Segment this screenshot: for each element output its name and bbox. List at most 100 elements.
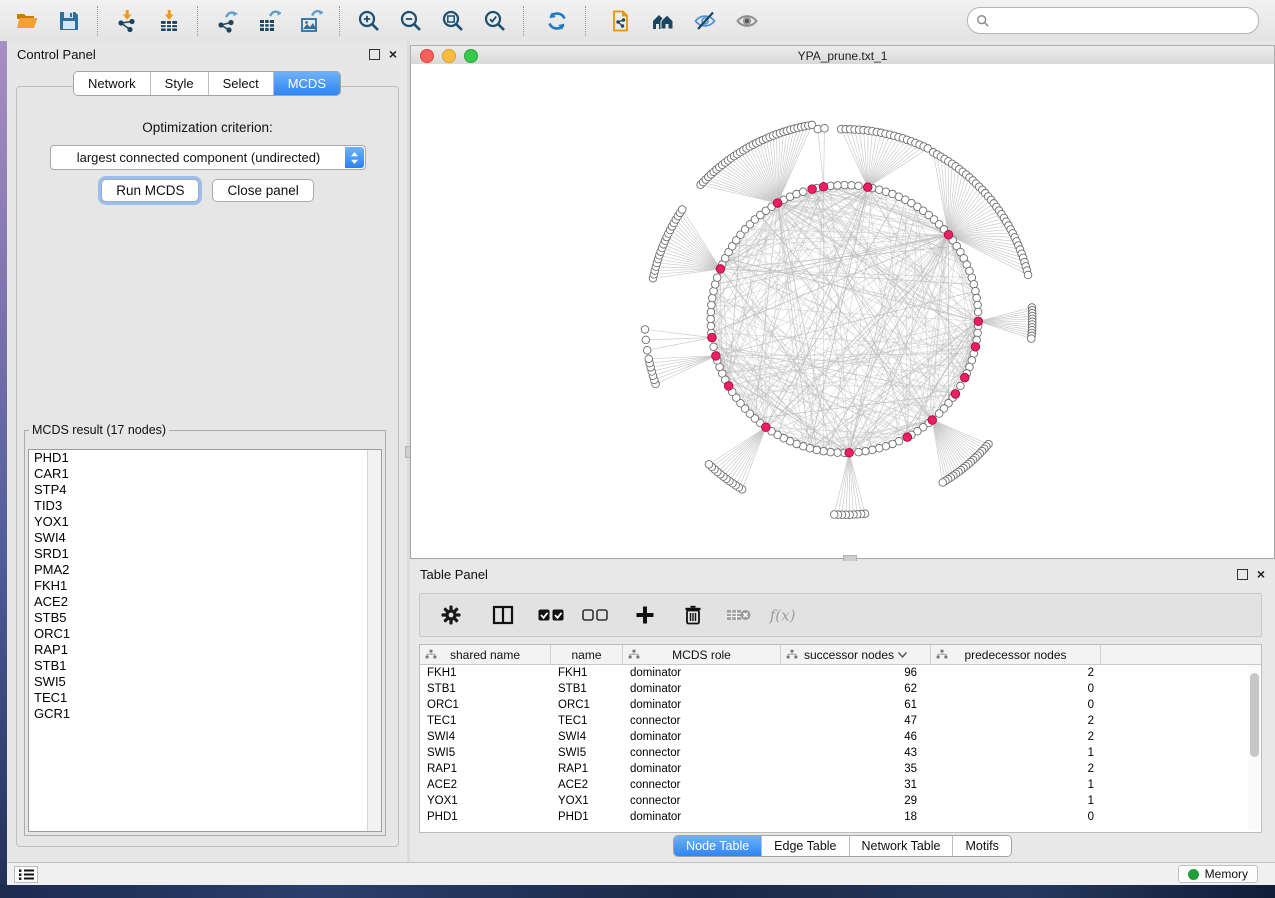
cell-shared_name[interactable]: YOX1 <box>420 793 551 809</box>
column-header-shared-name[interactable]: shared name <box>420 645 551 664</box>
float-panel-icon[interactable] <box>1237 569 1248 580</box>
zoom-out-button[interactable] <box>392 4 430 38</box>
show-graphics-button[interactable] <box>728 4 766 38</box>
cell-successor_nodes[interactable]: 43 <box>781 745 931 761</box>
cell-name[interactable]: TEC1 <box>551 713 623 729</box>
mcds-result-item[interactable]: PHD1 <box>29 450 381 466</box>
cell-shared_name[interactable]: RAP1 <box>420 761 551 777</box>
column-header-predecessor-nodes[interactable]: predecessor nodes <box>931 645 1101 664</box>
cell-name[interactable]: STB1 <box>551 681 623 697</box>
mcds-result-item[interactable]: STB5 <box>29 610 381 626</box>
table-row[interactable]: YOX1YOX1connector291 <box>420 793 1261 809</box>
mcds-result-item[interactable]: CAR1 <box>29 466 381 482</box>
close-panel-icon[interactable]: × <box>1257 570 1265 579</box>
cell-mcds_role[interactable]: connector <box>623 713 781 729</box>
mcds-result-list[interactable]: PHD1CAR1STP4TID3YOX1SWI4SRD1PMA2FKH1ACE2… <box>28 449 382 832</box>
cell-name[interactable]: SWI5 <box>551 745 623 761</box>
cell-successor_nodes[interactable]: 31 <box>781 777 931 793</box>
cell-shared_name[interactable]: PHD1 <box>420 809 551 825</box>
cell-successor_nodes[interactable]: 61 <box>781 697 931 713</box>
cell-name[interactable]: RAP1 <box>551 761 623 777</box>
import-network-button[interactable] <box>108 4 146 38</box>
cell-shared_name[interactable]: STB1 <box>420 681 551 697</box>
show-columns-button[interactable] <box>488 600 518 630</box>
status-menu-button[interactable] <box>14 866 38 883</box>
cell-name[interactable]: FKH1 <box>551 665 623 681</box>
search-input[interactable] <box>990 10 1258 32</box>
cell-successor_nodes[interactable]: 29 <box>781 793 931 809</box>
cell-name[interactable]: ACE2 <box>551 777 623 793</box>
cell-predecessor_nodes[interactable]: 2 <box>931 713 1101 729</box>
table-scrollbar[interactable] <box>1248 665 1260 830</box>
zoom-in-button[interactable] <box>350 4 388 38</box>
mcds-result-item[interactable]: SWI5 <box>29 674 381 690</box>
table-settings-button[interactable] <box>436 600 466 630</box>
cell-predecessor_nodes[interactable]: 2 <box>931 665 1101 681</box>
cell-predecessor_nodes[interactable]: 2 <box>931 761 1101 777</box>
export-image-button[interactable] <box>292 4 330 38</box>
table-row[interactable]: SWI5SWI5connector431 <box>420 745 1261 761</box>
mcds-result-item[interactable]: STP4 <box>29 482 381 498</box>
optimization-select[interactable]: largest connected component (undirected) <box>50 145 366 170</box>
column-header-name[interactable]: name <box>551 645 623 664</box>
run-mcds-button[interactable]: Run MCDS <box>101 179 199 202</box>
cell-mcds_role[interactable]: dominator <box>623 729 781 745</box>
table-row[interactable]: PHD1PHD1dominator180 <box>420 809 1261 825</box>
cell-shared_name[interactable]: SWI5 <box>420 745 551 761</box>
column-header-MCDS-role[interactable]: MCDS role <box>623 645 781 664</box>
hide-graphics-button[interactable] <box>686 4 724 38</box>
deselect-all-button[interactable] <box>580 600 610 630</box>
mcds-result-item[interactable]: RAP1 <box>29 642 381 658</box>
table-row[interactable]: SWI4SWI4dominator462 <box>420 729 1261 745</box>
cell-successor_nodes[interactable]: 18 <box>781 809 931 825</box>
network-canvas[interactable] <box>410 64 1275 559</box>
mcds-result-item[interactable]: TEC1 <box>29 690 381 706</box>
first-neighbors-button[interactable] <box>644 4 682 38</box>
cell-shared_name[interactable]: TEC1 <box>420 713 551 729</box>
mcds-result-item[interactable]: ORC1 <box>29 626 381 642</box>
cell-predecessor_nodes[interactable]: 0 <box>931 697 1101 713</box>
cell-predecessor_nodes[interactable]: 1 <box>931 793 1101 809</box>
cell-mcds_role[interactable]: connector <box>623 793 781 809</box>
cell-successor_nodes[interactable]: 35 <box>781 761 931 777</box>
share-document-button[interactable] <box>602 4 640 38</box>
cell-predecessor_nodes[interactable]: 0 <box>931 681 1101 697</box>
cell-shared_name[interactable]: ORC1 <box>420 697 551 713</box>
table-row[interactable]: RAP1RAP1dominator352 <box>420 761 1261 777</box>
table-row[interactable]: ACE2ACE2connector311 <box>420 777 1261 793</box>
cell-successor_nodes[interactable]: 96 <box>781 665 931 681</box>
cell-predecessor_nodes[interactable]: 0 <box>931 809 1101 825</box>
cell-mcds_role[interactable]: dominator <box>623 665 781 681</box>
table-row[interactable]: STB1STB1dominator620 <box>420 681 1261 697</box>
table-row[interactable]: FKH1FKH1dominator962 <box>420 665 1261 681</box>
mcds-result-item[interactable]: SWI4 <box>29 530 381 546</box>
close-panel-button[interactable]: Close panel <box>212 179 313 202</box>
tab-mcds[interactable]: MCDS <box>274 72 340 95</box>
export-table-button[interactable] <box>250 4 288 38</box>
tab-edge-table[interactable]: Edge Table <box>762 836 849 856</box>
export-network-button[interactable] <box>208 4 246 38</box>
mcds-list-scrollbar[interactable] <box>367 450 381 831</box>
zoom-fit-button[interactable] <box>434 4 472 38</box>
select-all-button[interactable] <box>536 600 566 630</box>
mcds-result-item[interactable]: GCR1 <box>29 706 381 722</box>
cell-successor_nodes[interactable]: 47 <box>781 713 931 729</box>
tab-motifs[interactable]: Motifs <box>953 836 1010 856</box>
mcds-result-item[interactable]: TID3 <box>29 498 381 514</box>
mcds-result-item[interactable]: ACE2 <box>29 594 381 610</box>
cell-shared_name[interactable]: ACE2 <box>420 777 551 793</box>
cell-mcds_role[interactable]: dominator <box>623 697 781 713</box>
cell-predecessor_nodes[interactable]: 1 <box>931 777 1101 793</box>
cell-successor_nodes[interactable]: 62 <box>781 681 931 697</box>
column-header-successor-nodes[interactable]: successor nodes <box>781 645 931 664</box>
add-row-button[interactable] <box>630 600 660 630</box>
cell-name[interactable]: SWI4 <box>551 729 623 745</box>
cell-mcds_role[interactable]: connector <box>623 777 781 793</box>
close-panel-icon[interactable]: × <box>389 50 397 59</box>
float-panel-icon[interactable] <box>369 49 380 60</box>
cell-name[interactable]: PHD1 <box>551 809 623 825</box>
tab-node-table[interactable]: Node Table <box>674 836 762 856</box>
table-row[interactable]: ORC1ORC1dominator610 <box>420 697 1261 713</box>
clear-table-button[interactable] <box>724 600 754 630</box>
cell-name[interactable]: ORC1 <box>551 697 623 713</box>
